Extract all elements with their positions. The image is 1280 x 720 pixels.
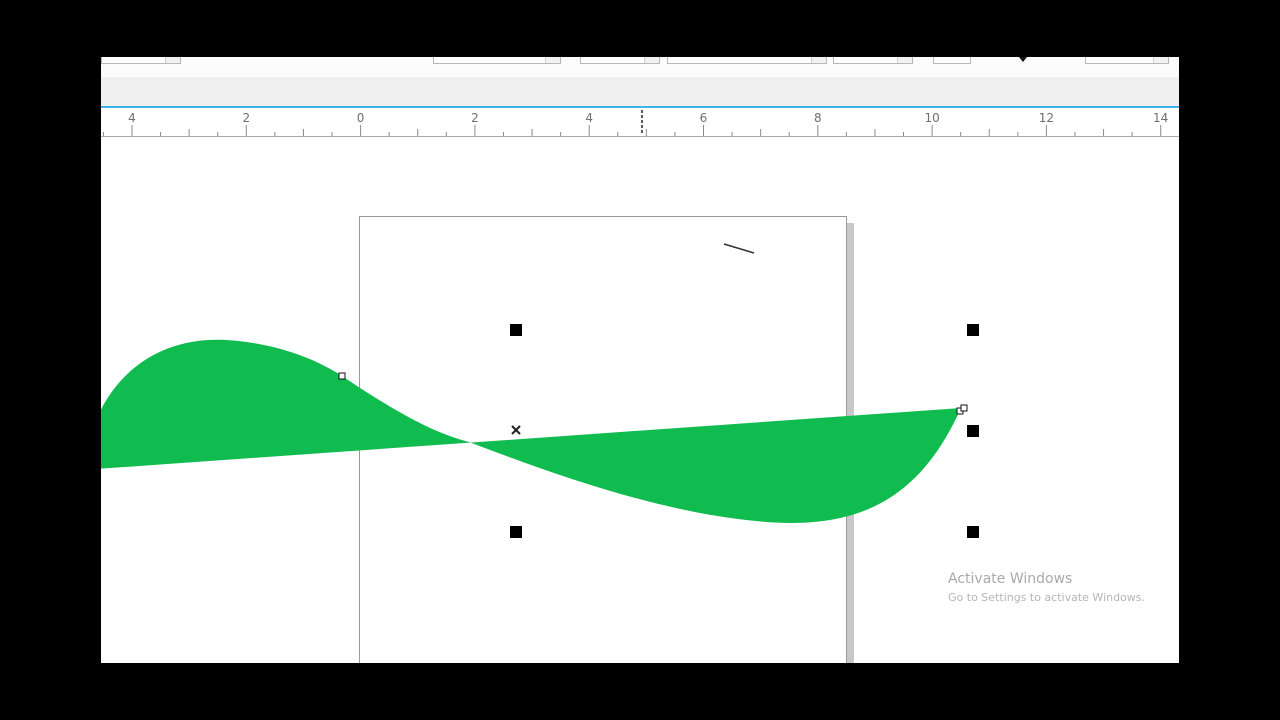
green-curve-shape[interactable] — [101, 339, 961, 523]
property-field-3[interactable] — [580, 57, 660, 64]
ruler-label: 4 — [128, 111, 136, 125]
node-square-icon[interactable] — [338, 372, 346, 380]
spin-button[interactable] — [897, 57, 912, 63]
drawing-app-window: 4 2 0 2 4 6 8 10 12 14 Activate Windows Go to Set… — [101, 57, 1179, 663]
property-field-6[interactable] — [933, 57, 971, 64]
activation-watermark-subtitle: Go to Settings to activate Windows. — [948, 591, 1146, 604]
property-field-2[interactable] — [433, 57, 561, 64]
property-field-7[interactable] — [1085, 57, 1169, 64]
ruler-label: 12 — [1038, 111, 1055, 125]
dropdown-arrow-icon[interactable] — [1017, 57, 1029, 63]
selection-handle-top-right[interactable] — [967, 324, 979, 336]
spin-button[interactable] — [545, 57, 560, 63]
toolbar-gap — [101, 77, 1179, 106]
ruler-label: 14 — [1153, 111, 1169, 125]
property-field-1[interactable] — [101, 57, 181, 64]
ruler-label: 2 — [471, 111, 479, 125]
horizontal-ruler[interactable]: 4 2 0 2 4 6 8 10 12 14 — [101, 108, 1179, 137]
node-square-icon[interactable] — [960, 404, 968, 412]
spin-button[interactable] — [165, 57, 180, 63]
selection-handle-middle-right[interactable] — [967, 425, 979, 437]
spin-button[interactable] — [644, 57, 659, 63]
ruler-ticks — [102, 110, 1162, 136]
property-field-4[interactable] — [667, 57, 827, 64]
selection-handle-top-left[interactable] — [510, 324, 522, 336]
property-bar — [101, 57, 1179, 78]
ruler-label: 6 — [699, 111, 708, 125]
ruler-label: 10 — [924, 111, 940, 125]
property-field-5[interactable] — [833, 57, 913, 64]
spin-button[interactable] — [811, 57, 826, 63]
selection-handle-bottom-right[interactable] — [967, 526, 979, 538]
ruler-label: 8 — [813, 111, 822, 125]
drawing-canvas[interactable]: Activate Windows Go to Settings to activ… — [101, 137, 1179, 663]
stray-line-stroke[interactable] — [723, 243, 755, 254]
selection-handle-bottom-left[interactable] — [510, 526, 522, 538]
activation-watermark-title: Activate Windows — [948, 571, 1073, 587]
ruler-label: 4 — [585, 111, 594, 125]
ruler-label: 2 — [242, 111, 251, 125]
ruler-label: 0 — [356, 111, 365, 125]
x-mark-icon[interactable] — [511, 425, 521, 435]
spin-button[interactable] — [1153, 57, 1168, 63]
